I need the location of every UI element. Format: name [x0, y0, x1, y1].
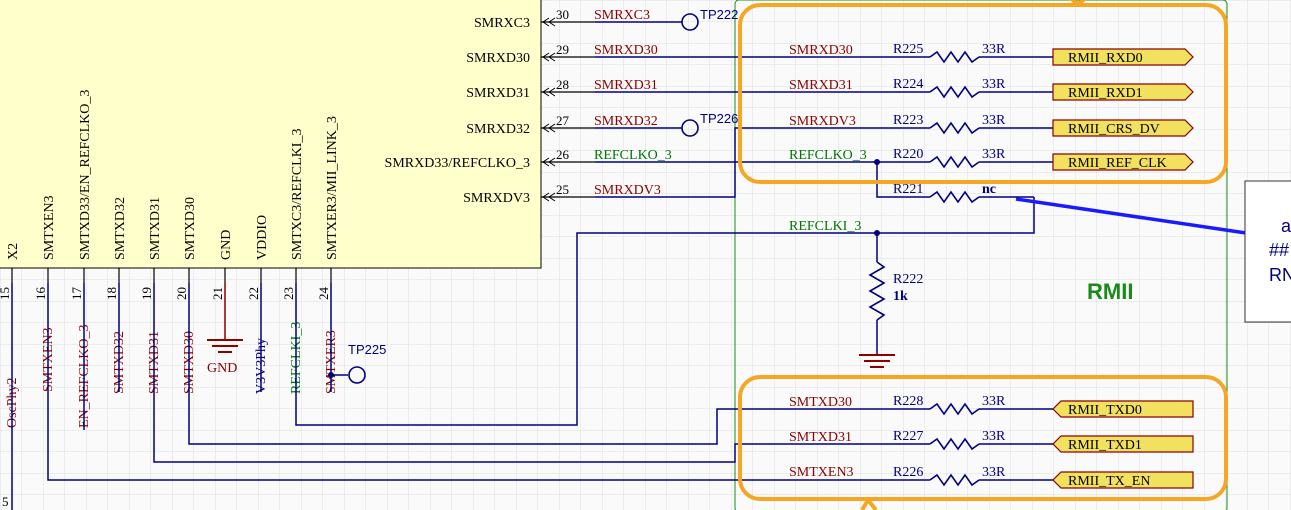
- pin-number: 24: [316, 287, 331, 301]
- pin-number: 20: [174, 287, 189, 300]
- resistor-designator: R220: [893, 147, 923, 162]
- port-label: RMII_TXD0: [1068, 403, 1142, 418]
- pin-net-label: SMRXD31: [594, 78, 658, 93]
- pin-name: X2: [6, 243, 21, 260]
- resistor-designator: R223: [893, 113, 923, 128]
- schematic-canvas: SMRXC3 30 SMRXC3 SMRXD30 29 SMRXD30 SMRXD31 28 S…: [0, 0, 1291, 510]
- resistor-designator: R221: [893, 182, 923, 197]
- left-edge-label: 5: [2, 494, 9, 509]
- resistor-designator: R227: [893, 429, 923, 444]
- gnd-label: GND: [207, 361, 237, 376]
- pin-net-label: SMRXC3: [594, 8, 650, 23]
- port-label: RMII_RXD1: [1068, 86, 1143, 101]
- pin-name: SMRXD32: [466, 122, 530, 137]
- net-label: SMTXD30: [789, 395, 852, 410]
- tp-label: TP226: [700, 111, 738, 126]
- pin-number: 23: [281, 287, 296, 300]
- pin-net-label: REFCLKO_3: [594, 148, 672, 163]
- pin-net-label: SMRXD32: [594, 114, 658, 129]
- resistor-designator: R224: [893, 77, 923, 92]
- pin-name: SMTXD33/EN_REFCLKO_3: [78, 90, 93, 260]
- tp-label: TP225: [348, 342, 386, 357]
- pulldown-value: 1k: [893, 289, 908, 304]
- pin-number: 26: [556, 147, 570, 162]
- pulldown-designator: R222: [893, 272, 923, 287]
- pin-name: SMRXDV3: [463, 191, 530, 206]
- pin-number: 29: [556, 42, 569, 57]
- pin-net-label: SMRXDV3: [594, 183, 661, 198]
- pin-number: 30: [556, 7, 569, 22]
- resistor-value: nc: [982, 182, 996, 197]
- pin-name: SMTXC3/REFCLKI_3: [290, 129, 305, 260]
- resistor-value: 33R: [982, 394, 1006, 409]
- pin-number: 27: [556, 113, 570, 128]
- pin-number: 17: [69, 287, 84, 301]
- port-label: RMII_TXD1: [1068, 438, 1142, 453]
- port-label: RMII_REF_CLK: [1068, 156, 1167, 171]
- pin-number: 21: [210, 287, 225, 300]
- note-line: ##: [1269, 240, 1289, 260]
- net-label: SMRXD31: [789, 78, 853, 93]
- pin-net-label: SMRXD30: [594, 43, 658, 58]
- net-label: SMTXEN3: [789, 465, 854, 480]
- resistor-designator: R228: [893, 394, 923, 409]
- resistor-value: 33R: [982, 147, 1006, 162]
- net-label: REFCLKO_3: [789, 148, 867, 163]
- port-label: RMII_RXD0: [1068, 51, 1143, 66]
- resistor-value: 33R: [982, 42, 1006, 57]
- pin-number: 22: [246, 287, 261, 300]
- pin-name: SMTXD30: [183, 197, 198, 260]
- note-line: a: [1281, 216, 1291, 236]
- resistor-designator: R225: [893, 42, 923, 57]
- resistor-value: 33R: [982, 465, 1006, 480]
- pin-number: 28: [556, 77, 569, 92]
- resistor-value: 33R: [982, 113, 1006, 128]
- tp-label: TP222: [700, 7, 738, 22]
- rmii-group-label: RMII: [1087, 279, 1133, 304]
- pin-number: 19: [139, 287, 154, 300]
- net-label-refclki: REFCLKI_3: [789, 219, 861, 234]
- pin-name: SMTXER3/MII_LINK_3: [325, 116, 340, 260]
- pin-name: SMRXC3: [474, 16, 530, 31]
- pin-number: 16: [33, 287, 48, 301]
- resistor-value: 33R: [982, 77, 1006, 92]
- port-label: RMII_TX_EN: [1068, 474, 1150, 489]
- resistor-designator: R226: [893, 465, 923, 480]
- pin-name: SMTXEN3: [42, 195, 57, 260]
- pin-number: 18: [104, 287, 119, 300]
- net-label: SMTXD31: [789, 430, 852, 445]
- port-label: RMII_CRS_DV: [1068, 122, 1160, 137]
- pin-name: SMTXD31: [148, 197, 163, 260]
- pin-name: SMTXD32: [113, 197, 128, 260]
- pin-name: SMRXD30: [466, 51, 530, 66]
- resistor-value: 33R: [982, 429, 1006, 444]
- pin-name: GND: [219, 230, 234, 260]
- pin-number: 15: [0, 287, 12, 300]
- net-label: SMRXD30: [789, 43, 853, 58]
- pin-number: 25: [556, 182, 569, 197]
- pin-name: SMRXD31: [466, 86, 530, 101]
- pin-name: VDDIO: [255, 215, 270, 260]
- note-line: RN: [1269, 265, 1291, 285]
- net-label: SMRXDV3: [789, 114, 856, 129]
- pin-name: SMRXD33/REFCLKO_3: [385, 156, 530, 171]
